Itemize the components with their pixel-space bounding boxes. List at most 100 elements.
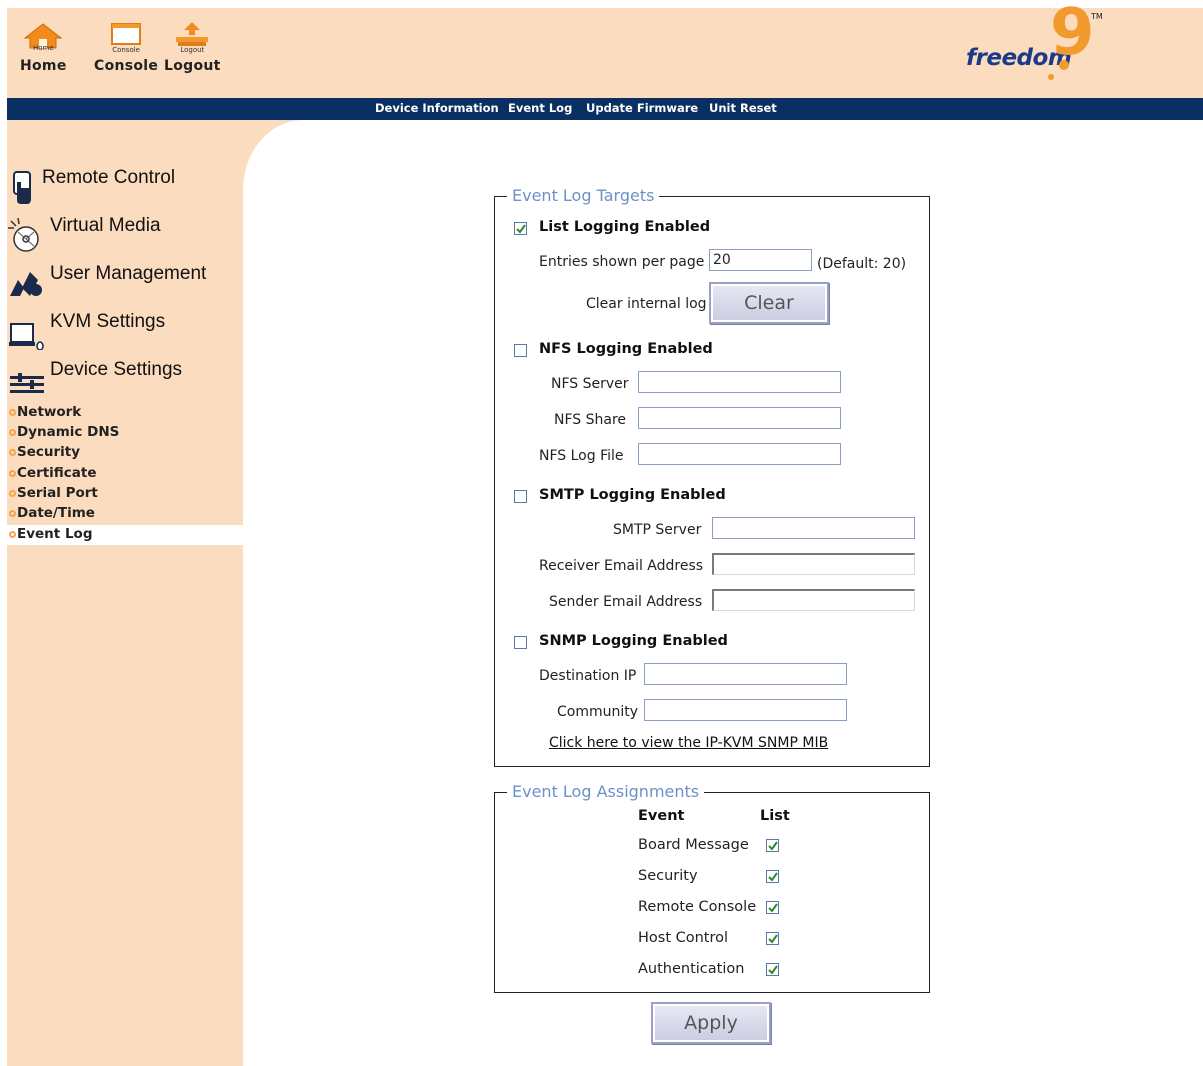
home-button[interactable]: Home Home bbox=[20, 22, 67, 74]
checkmark-icon bbox=[768, 872, 778, 882]
users-icon bbox=[10, 272, 42, 296]
smtp-server-input[interactable] bbox=[712, 517, 915, 539]
destination-ip-label: Destination IP bbox=[539, 668, 637, 684]
nfs-logging-label: NFS Logging Enabled bbox=[539, 341, 713, 357]
nfs-share-input[interactable] bbox=[638, 407, 841, 429]
console-button[interactable]: Console Console bbox=[94, 22, 158, 74]
event-row-label: Authentication bbox=[638, 961, 745, 977]
bullet-icon bbox=[9, 509, 16, 517]
event-list-checkbox[interactable] bbox=[766, 901, 779, 914]
sidebar-subitem-label: Serial Port bbox=[17, 485, 98, 501]
entries-per-page-input[interactable] bbox=[709, 249, 812, 271]
nfs-logfile-label: NFS Log File bbox=[539, 448, 624, 464]
entries-per-page-label: Entries shown per page bbox=[539, 254, 705, 270]
sidebar-subitem-serial-port[interactable]: Serial Port bbox=[9, 485, 98, 501]
nfs-logging-checkbox[interactable] bbox=[514, 344, 527, 357]
sidebar-subitem-label: Network bbox=[17, 404, 82, 420]
snmp-logging-label: SNMP Logging Enabled bbox=[539, 633, 728, 649]
sidebar bbox=[7, 120, 243, 1066]
smtp-logging-checkbox[interactable] bbox=[514, 490, 527, 503]
event-log-targets-legend: Event Log Targets bbox=[507, 186, 660, 205]
sidebar-item-label: Virtual Media bbox=[50, 215, 161, 236]
nfs-server-input[interactable] bbox=[638, 371, 841, 393]
nav-device-information[interactable]: Device Information bbox=[375, 101, 499, 115]
bullet-icon bbox=[9, 530, 16, 538]
sidebar-item-label: User Management bbox=[50, 263, 207, 284]
home-icon-caption: Home bbox=[32, 44, 54, 52]
sender-email-label: Sender Email Address bbox=[549, 594, 703, 610]
event-list-checkbox[interactable] bbox=[766, 870, 779, 883]
checkmark-icon bbox=[768, 934, 778, 944]
nav-update-firmware[interactable]: Update Firmware bbox=[586, 101, 698, 115]
checkmark-icon bbox=[768, 903, 778, 913]
cd-disc-icon bbox=[8, 218, 39, 252]
event-list-checkbox[interactable] bbox=[766, 932, 779, 945]
sidebar-subitem-label: Security bbox=[17, 444, 81, 460]
nav-event-log[interactable]: Event Log bbox=[508, 101, 572, 115]
event-list-checkbox[interactable] bbox=[766, 839, 779, 852]
snmp-mib-link[interactable]: Click here to view the IP-KVM SNMP MIB bbox=[549, 735, 828, 751]
entries-default-note: (Default: 20) bbox=[817, 256, 907, 272]
brand-tm: TM bbox=[1091, 12, 1103, 21]
community-input[interactable] bbox=[644, 699, 847, 721]
brand-mark: 9 bbox=[1050, 0, 1095, 70]
sidebar-subitem-security[interactable]: Security bbox=[9, 444, 80, 460]
event-column-header: Event bbox=[638, 808, 685, 824]
brand-dot bbox=[1059, 60, 1069, 70]
sidebar-subitem-dynamic-dns[interactable]: Dynamic DNS bbox=[9, 424, 119, 440]
sidebar-item-label: Remote Control bbox=[42, 167, 176, 188]
computer-icon bbox=[9, 323, 44, 350]
list-logging-label: List Logging Enabled bbox=[539, 219, 711, 235]
sidebar-item-user-management[interactable]: User Management bbox=[8, 263, 207, 302]
sidebar-subitem-date-time[interactable]: Date/Time bbox=[9, 505, 95, 521]
smtp-server-label: SMTP Server bbox=[613, 522, 702, 538]
list-logging-checkbox[interactable] bbox=[514, 222, 527, 235]
freedom9-logo: freedom 9 TM bbox=[966, 0, 1106, 90]
top-navbar: Device Information Event Log Update Firm… bbox=[7, 98, 1203, 120]
bullet-icon bbox=[9, 428, 16, 436]
nfs-logfile-input[interactable] bbox=[638, 443, 841, 465]
clear-button[interactable]: Clear bbox=[709, 282, 829, 324]
sidebar-subitem-certificate[interactable]: Certificate bbox=[9, 465, 97, 481]
bullet-icon bbox=[9, 469, 16, 477]
sidebar-item-remote-control[interactable]: Remote Control bbox=[8, 167, 176, 206]
checkmark-icon bbox=[516, 224, 526, 234]
receiver-email-input[interactable] bbox=[712, 553, 915, 575]
sidebar-curve-mask bbox=[243, 120, 363, 270]
checkmark-icon bbox=[768, 841, 778, 851]
sidebar-subitem-label: Certificate bbox=[17, 465, 97, 481]
list-column-header: List bbox=[760, 808, 790, 824]
logout-icon-caption: Logout bbox=[180, 46, 205, 54]
sidebar-subitem-label: Event Log bbox=[17, 526, 93, 542]
sender-email-input[interactable] bbox=[712, 589, 915, 611]
sidebar-subitem-network[interactable]: Network bbox=[9, 404, 81, 420]
settings-bars-icon bbox=[10, 373, 44, 393]
event-log-assignments-legend: Event Log Assignments bbox=[507, 782, 705, 801]
destination-ip-input[interactable] bbox=[644, 663, 847, 685]
hand-pointer-icon bbox=[13, 171, 31, 204]
logout-label: Logout bbox=[164, 58, 221, 74]
event-list-checkbox[interactable] bbox=[766, 963, 779, 976]
sidebar-item-virtual-media[interactable]: Virtual Media bbox=[8, 215, 161, 254]
event-row-label: Remote Console bbox=[638, 899, 757, 915]
console-icon-caption: Console bbox=[112, 46, 140, 54]
snmp-logging-checkbox[interactable] bbox=[514, 636, 527, 649]
bullet-icon bbox=[9, 489, 16, 497]
sidebar-subitem-event-log[interactable]: Event Log bbox=[9, 526, 92, 542]
community-label: Community bbox=[557, 704, 639, 720]
sidebar-subitem-label: Dynamic DNS bbox=[17, 424, 120, 440]
bullet-icon bbox=[9, 448, 16, 456]
brand-dot bbox=[1048, 74, 1054, 80]
console-label: Console bbox=[94, 58, 159, 74]
sidebar-item-kvm-settings[interactable]: KVM Settings bbox=[8, 311, 166, 350]
sidebar-item-device-settings[interactable]: Device Settings bbox=[8, 359, 183, 398]
bullet-icon bbox=[9, 408, 16, 416]
clear-log-label: Clear internal log bbox=[586, 296, 707, 312]
event-row-label: Host Control bbox=[638, 930, 729, 946]
nav-unit-reset[interactable]: Unit Reset bbox=[709, 101, 777, 115]
apply-button[interactable]: Apply bbox=[651, 1002, 771, 1044]
logout-button[interactable]: Logout Logout bbox=[164, 22, 221, 74]
event-row-label: Security bbox=[638, 868, 698, 884]
sidebar-item-label: KVM Settings bbox=[50, 311, 166, 332]
sidebar-item-label: Device Settings bbox=[50, 359, 183, 380]
